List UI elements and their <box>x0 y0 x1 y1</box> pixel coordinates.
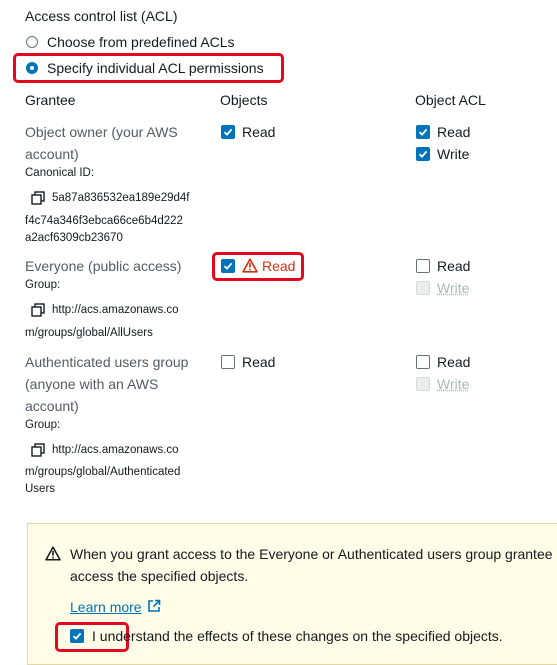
authenticated-uri: http://acs.amazonaws.co <box>52 442 179 458</box>
learn-more-link[interactable]: Learn more <box>70 597 142 617</box>
authenticated-acl-write-checkbox <box>416 377 430 391</box>
canonical-id-label: Canonical ID: <box>25 165 94 181</box>
authenticated-acl-write-label: Write <box>437 373 469 395</box>
authenticated-group-label: Group: <box>25 417 60 433</box>
authenticated-objects-read-checkbox[interactable] <box>221 355 235 369</box>
grantee-authenticated-name-cont1: (anyone with an AWS <box>25 373 158 395</box>
acl-section-title: Access control list (ACL) <box>25 5 177 27</box>
grantee-everyone-name: Everyone (public access) <box>25 255 181 277</box>
everyone-group-label: Group: <box>25 277 60 293</box>
authenticated-acl-read-label: Read <box>437 351 470 373</box>
owner-objects-read-label: Read <box>242 121 275 143</box>
everyone-acl-read-label: Read <box>437 255 470 277</box>
owner-acl-read-checkbox[interactable] <box>416 125 430 139</box>
warning-icon <box>242 258 258 273</box>
warning-text: When you grant access to the Everyone or… <box>70 543 553 565</box>
authenticated-objects-read-label: Read <box>242 351 275 373</box>
copy-icon[interactable] <box>31 303 45 317</box>
radio-specify-individual-acl-label[interactable]: Specify individual ACL permissions <box>47 57 264 79</box>
acknowledge-label[interactable]: I understand the effects of these change… <box>92 625 503 647</box>
everyone-uri-cont: m/groups/global/AllUsers <box>25 325 153 341</box>
everyone-objects-read-label: Read <box>262 255 295 277</box>
authenticated-uri-cont2: Users <box>25 481 55 497</box>
everyone-acl-write-label: Write <box>437 277 469 299</box>
copy-icon[interactable] <box>31 191 45 205</box>
acknowledge-checkbox[interactable] <box>70 629 84 643</box>
everyone-objects-read-checkbox[interactable] <box>221 259 235 273</box>
everyone-acl-read-checkbox[interactable] <box>416 259 430 273</box>
warning-icon <box>45 546 61 561</box>
canonical-id-value: 5a87a836532ea189e29d4f <box>52 190 190 206</box>
canonical-id-value-cont1: f4c74a346f3ebca66ce6b4d222 <box>25 213 183 229</box>
grantee-owner-name-cont: account) <box>25 143 79 165</box>
owner-acl-write-checkbox[interactable] <box>416 147 430 161</box>
copy-icon[interactable] <box>31 443 45 457</box>
canonical-id-value-cont2: a2acf6309cb23670 <box>25 230 123 246</box>
radio-specify-individual-acl[interactable] <box>26 62 38 74</box>
grantee-authenticated-name: Authenticated users group <box>25 351 188 373</box>
header-grantee: Grantee <box>25 89 76 111</box>
owner-acl-read-label: Read <box>437 121 470 143</box>
warning-text-cont: access the specified objects. <box>70 565 248 587</box>
authenticated-acl-read-checkbox[interactable] <box>416 355 430 369</box>
everyone-acl-write-checkbox <box>416 281 430 295</box>
everyone-uri: http://acs.amazonaws.co <box>52 302 179 318</box>
grantee-owner-name: Object owner (your AWS <box>25 121 178 143</box>
grantee-authenticated-name-cont2: account) <box>25 395 79 417</box>
owner-objects-read-checkbox[interactable] <box>221 125 235 139</box>
owner-acl-write-label: Write <box>437 143 469 165</box>
radio-predefined-acls[interactable] <box>26 36 38 48</box>
header-objects: Objects <box>220 89 267 111</box>
external-link-icon[interactable] <box>147 599 161 613</box>
header-object-acl: Object ACL <box>415 89 486 111</box>
radio-predefined-acls-label[interactable]: Choose from predefined ACLs <box>47 31 235 53</box>
authenticated-uri-cont1: m/groups/global/Authenticated <box>25 464 180 480</box>
